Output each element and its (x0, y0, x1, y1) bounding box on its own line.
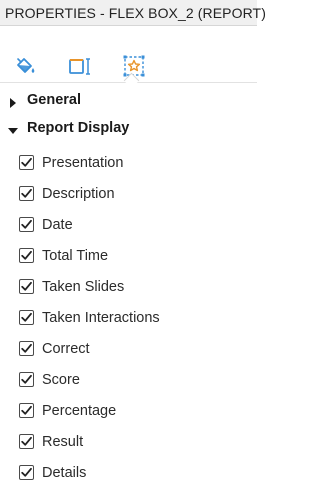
checkmark-icon (21, 188, 32, 198)
checkbox-item-details[interactable]: Details (17, 462, 247, 486)
checkbox-item-taken-interactions[interactable]: Taken Interactions (17, 307, 247, 331)
checkbox-label: Score (42, 372, 80, 388)
checkbox-label: Taken Interactions (42, 310, 160, 326)
section-report-display[interactable]: Report Display (0, 117, 257, 141)
checkmark-icon (21, 250, 32, 260)
checkmark-icon (21, 343, 32, 353)
tab-fill[interactable] (12, 53, 38, 79)
checkbox-label: Result (42, 434, 84, 450)
caret-right-icon (8, 95, 18, 108)
checkbox[interactable] (19, 248, 34, 263)
checkbox-label: Description (42, 186, 115, 202)
checkbox-item-taken-slides[interactable]: Taken Slides (17, 276, 247, 300)
tab-size-position[interactable] (66, 53, 92, 79)
checkbox-label: Date (42, 217, 73, 233)
paint-bucket-icon (12, 54, 38, 78)
checkbox-item-result[interactable]: Result (17, 431, 247, 455)
checkmark-icon (21, 312, 32, 322)
checkbox[interactable] (19, 341, 34, 356)
checkmark-icon (21, 436, 32, 446)
checkbox-item-date[interactable]: Date (17, 214, 247, 238)
checkbox[interactable] (19, 217, 34, 232)
section-general[interactable]: General (0, 89, 257, 113)
checkbox-item-percentage[interactable]: Percentage (17, 400, 247, 424)
checkmark-icon (21, 467, 32, 477)
checkbox-label: Taken Slides (42, 279, 125, 295)
checkmark-icon (21, 281, 32, 291)
checkbox-label: Percentage (42, 403, 117, 419)
property-tabs (0, 26, 257, 89)
checkbox-item-score[interactable]: Score (17, 369, 247, 393)
checkbox[interactable] (19, 310, 34, 325)
section-report-display-label: Report Display (27, 120, 130, 136)
checkbox-item-total-time[interactable]: Total Time (17, 245, 247, 269)
checkmark-icon (21, 405, 32, 415)
checkbox-item-correct[interactable]: Correct (17, 338, 247, 362)
caret-down-icon (8, 123, 18, 134)
section-general-label: General (27, 92, 81, 108)
checkbox-label: Correct (42, 341, 90, 357)
checkbox[interactable] (19, 465, 34, 480)
checkbox[interactable] (19, 434, 34, 449)
properties-header: PROPERTIES - FLEX BOX_2 (REPORT) (0, 0, 266, 26)
checkbox[interactable] (19, 279, 34, 294)
checkbox[interactable] (19, 186, 34, 201)
checkmark-icon (21, 157, 32, 167)
checkbox[interactable] (19, 403, 34, 418)
checkbox-label: Details (42, 465, 87, 481)
checkbox-item-description[interactable]: Description (17, 183, 247, 207)
checkbox-label: Presentation (42, 155, 124, 171)
checkmark-icon (21, 374, 32, 384)
checkbox-item-presentation[interactable]: Presentation (17, 152, 247, 176)
checkbox[interactable] (19, 372, 34, 387)
checkbox[interactable] (19, 155, 34, 170)
panel-title: PROPERTIES - FLEX BOX_2 (REPORT) (5, 5, 266, 21)
checkmark-icon (21, 219, 32, 229)
checkbox-label: Total Time (42, 248, 109, 264)
resize-box-icon (66, 54, 92, 78)
